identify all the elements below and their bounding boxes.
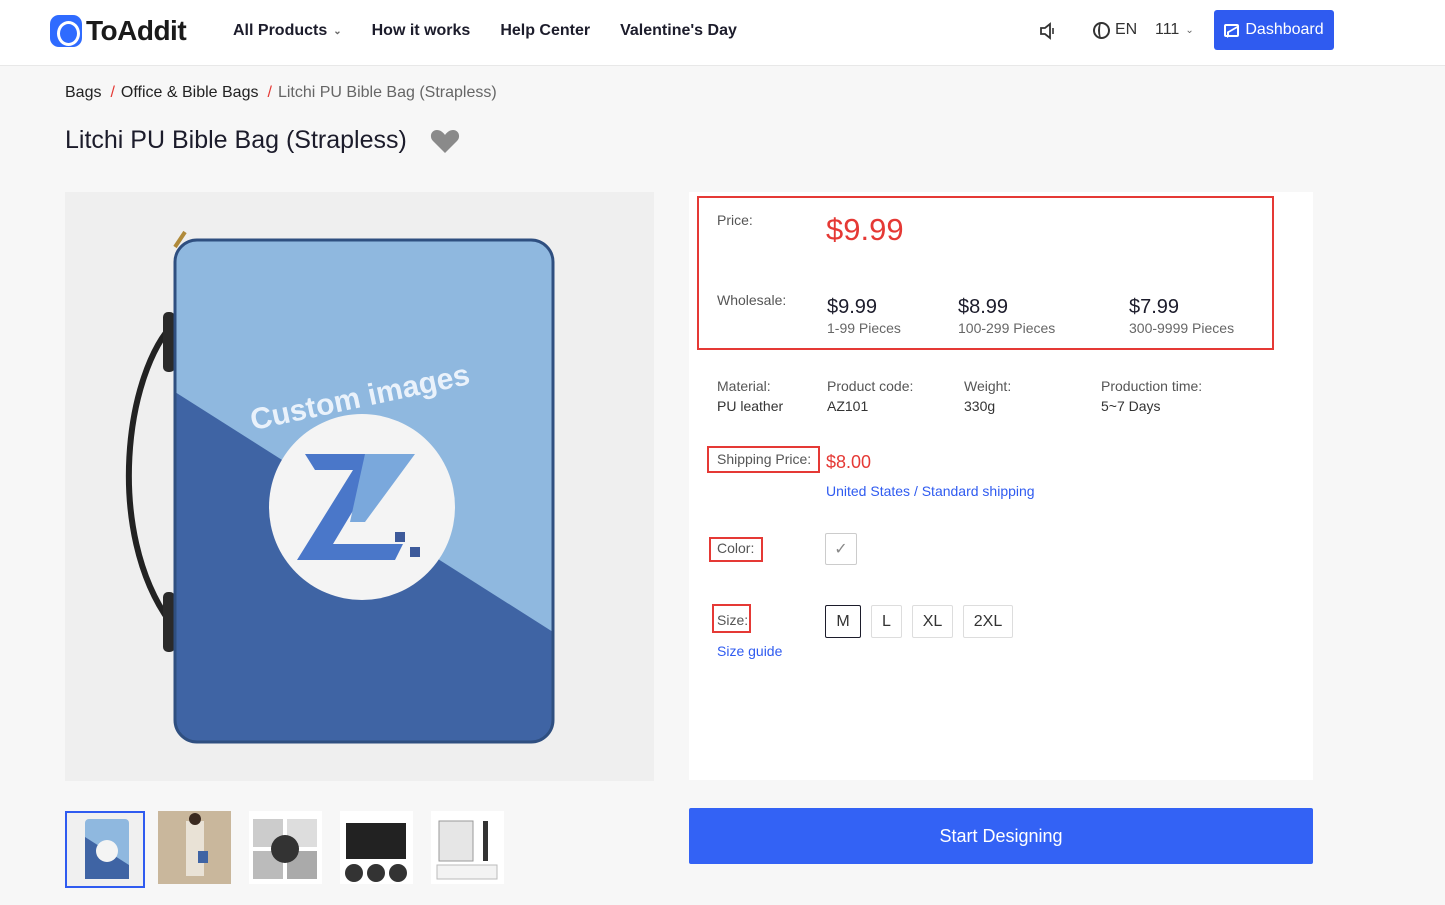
wholesale-tier-3-price: $7.99: [1129, 296, 1180, 318]
shipping-price-label: Shipping Price:: [717, 451, 812, 467]
globe-icon: [1093, 21, 1110, 39]
color-label: Color:: [717, 540, 755, 556]
sound-muted-icon[interactable]: [1038, 20, 1058, 42]
product-code-label: Product code:: [827, 378, 914, 394]
thumbnail-3[interactable]: [249, 811, 322, 884]
nav-how-it-works[interactable]: How it works: [372, 22, 471, 40]
nav-valentines-day-label: Valentine's Day: [620, 22, 737, 39]
site-logo[interactable]: ToAddit: [50, 14, 187, 48]
dashboard-button[interactable]: Dashboard: [1214, 10, 1334, 50]
breadcrumb-current: Litchi PU Bible Bag (Strapless): [277, 84, 497, 101]
material-value: PU leather: [717, 398, 784, 414]
dashboard-button-label: Dashboard: [1245, 21, 1324, 38]
size-guide-link[interactable]: Size guide: [717, 643, 782, 659]
logo-icon: [50, 15, 82, 47]
thumbnail-strip: [65, 811, 522, 888]
breadcrumb: Bags / Office & Bible Bags / Litchi PU B…: [65, 84, 497, 102]
breadcrumb-separator: /: [267, 84, 272, 101]
product-code-value: AZ101: [827, 398, 869, 414]
checkmark-icon: ✓: [834, 541, 848, 558]
size-option-xl[interactable]: XL: [912, 605, 953, 638]
chevron-down-icon: ⌄: [1185, 24, 1194, 36]
size-option-m[interactable]: M: [825, 605, 861, 638]
shipping-method-link[interactable]: United States / Standard shipping: [826, 483, 1035, 499]
weight-label: Weight:: [964, 378, 1012, 394]
logo-text: ToAddit: [86, 15, 187, 46]
price-value: $9.99: [826, 212, 904, 247]
wholesale-label: Wholesale:: [717, 292, 787, 308]
production-time-label: Production time:: [1101, 378, 1203, 394]
product-main-image: Custom images: [65, 192, 654, 781]
nav-help-center[interactable]: Help Center: [500, 22, 590, 40]
bible-bag-illustration: Custom images: [125, 230, 555, 744]
size-option-2xl[interactable]: 2XL: [963, 605, 1013, 638]
weight-value: 330g: [964, 398, 996, 414]
wholesale-tier-2-price: $8.99: [958, 296, 1009, 318]
wholesale-tier-3-qty: 300-9999 Pieces: [1129, 320, 1235, 336]
wholesale-tier-1-qty: 1-99 Pieces: [827, 320, 901, 336]
thumbnail-2[interactable]: [158, 811, 231, 884]
price-label: Price:: [717, 212, 753, 228]
size-label: Size:: [717, 612, 749, 628]
user-name: 111: [1155, 21, 1180, 38]
thumbnail-5[interactable]: [431, 811, 504, 884]
nav-help-center-label: Help Center: [500, 22, 591, 39]
nav-all-products[interactable]: All Products ⌄: [233, 22, 342, 40]
chevron-down-icon: ⌄: [333, 25, 342, 37]
heart-icon[interactable]: [430, 128, 460, 154]
start-designing-button[interactable]: Start Designing: [689, 808, 1313, 864]
thumbnail-4[interactable]: [340, 811, 413, 884]
breadcrumb-separator: /: [110, 84, 115, 101]
user-menu[interactable]: 111 ⌄: [1155, 21, 1194, 39]
nav-how-it-works-label: How it works: [371, 22, 471, 39]
thumbnail-1[interactable]: [65, 811, 145, 888]
wholesale-tier-2-qty: 100-299 Pieces: [958, 320, 1056, 336]
breadcrumb-office-bible-bags[interactable]: Office & Bible Bags: [121, 84, 259, 102]
dashboard-icon: [1224, 23, 1240, 37]
nav-valentines-day[interactable]: Valentine's Day: [620, 22, 737, 40]
size-option-l[interactable]: L: [871, 605, 902, 638]
main-nav: All Products ⌄ How it works Help Center …: [233, 22, 767, 40]
production-time-value: 5~7 Days: [1101, 398, 1161, 414]
shipping-price-value: $8.00: [826, 452, 872, 472]
language-label: EN: [1115, 21, 1138, 38]
page-title: Litchi PU Bible Bag (Strapless): [65, 126, 407, 154]
nav-all-products-label: All Products: [233, 22, 328, 39]
color-swatch-white[interactable]: ✓: [825, 533, 857, 565]
top-header: ToAddit All Products ⌄ How it works Help…: [0, 0, 1445, 66]
language-selector[interactable]: EN: [1093, 21, 1137, 39]
wholesale-tier-1-price: $9.99: [827, 296, 878, 318]
material-label: Material:: [717, 378, 771, 394]
breadcrumb-bags[interactable]: Bags: [65, 84, 101, 102]
